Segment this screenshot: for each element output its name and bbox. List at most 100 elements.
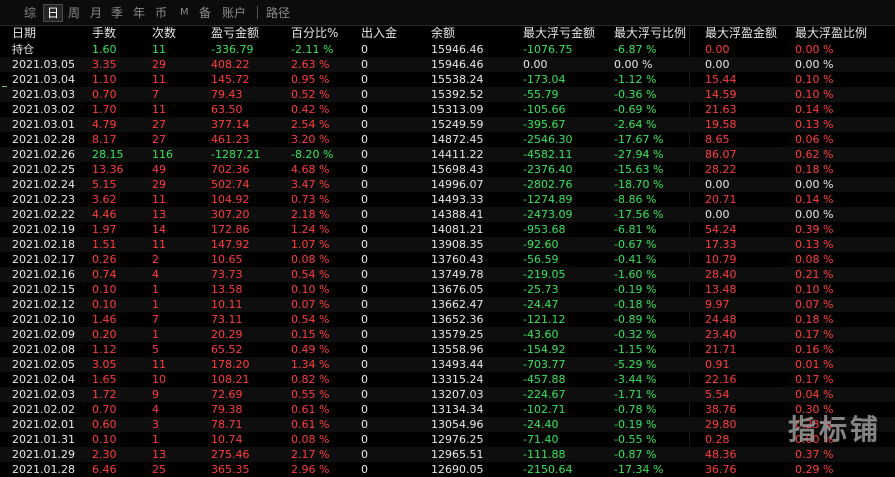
row-count: 29 bbox=[152, 57, 211, 72]
table-row[interactable]: 2021.02.03 1.72 9 72.69 0.55 % 0 13207.03 -224.… bbox=[0, 387, 895, 402]
row-lots: 0.74 bbox=[92, 267, 152, 282]
row-deposit-withdraw: 0 bbox=[361, 133, 368, 146]
tab-note[interactable]: 备 bbox=[199, 5, 211, 21]
table-row[interactable]: 2021.02.01 0.60 3 78.71 0.61 % 0 13054.96 -24.4… bbox=[0, 417, 895, 432]
row-max-float-loss-pct: -0.87 % bbox=[614, 447, 705, 462]
row-balance: 14411.22 bbox=[431, 147, 523, 162]
table-row[interactable]: 2021.03.02 1.70 11 63.50 0.42 % 0 15313.09 -105… bbox=[0, 102, 895, 117]
row-count: 1 bbox=[152, 433, 159, 446]
table-row[interactable]: 2021.01.28 6.46 25 365.35 2.96 % 0 12690.05 -21… bbox=[0, 462, 895, 477]
tab-month[interactable]: 月 bbox=[90, 5, 102, 21]
col-lots[interactable]: 手数 bbox=[92, 25, 152, 42]
col-max-float-loss[interactable]: 最大浮亏金额 bbox=[523, 25, 614, 42]
table-row[interactable]: 2021.02.15 0.10 1 13.58 0.10 % 0 13676.05 -25.7… bbox=[0, 282, 895, 297]
tab-path[interactable]: 路径 bbox=[266, 5, 290, 21]
tab-account[interactable]: 账户 bbox=[222, 5, 246, 21]
table-row[interactable]: 2021.03.05 3.35 29 408.22 2.63 % 0 15946.46 0.0… bbox=[0, 57, 895, 72]
table-row[interactable]: 2021.02.28 8.17 27 461.23 3.20 % 0 14872.45 -25… bbox=[0, 132, 895, 147]
row-date: 2021.01.29 bbox=[0, 447, 92, 462]
row-max-float-profit-pct: 0.18 % bbox=[795, 163, 834, 176]
col-date[interactable]: 日期 bbox=[0, 25, 92, 42]
row-lots: 0.60 bbox=[92, 417, 152, 432]
row-count: 29 bbox=[152, 177, 211, 192]
row-max-float-loss: -2150.64 bbox=[523, 463, 573, 476]
table-row[interactable]: 2021.02.17 0.26 2 10.65 0.08 % 0 13760.43 -56.5… bbox=[0, 252, 895, 267]
table-row[interactable]: 2021.02.24 5.15 29 502.74 3.47 % 0 14996.07 -28… bbox=[0, 177, 895, 192]
tab-summary[interactable]: 综 bbox=[24, 5, 36, 21]
row-pnl: -1287.21 bbox=[211, 147, 291, 162]
row-percent: 0.07 % bbox=[291, 297, 361, 312]
table-row[interactable]: 2021.02.02 0.70 4 79.38 0.61 % 0 13134.34 -102.… bbox=[0, 402, 895, 417]
table-row[interactable]: 2021.02.19 1.97 14 172.86 1.24 % 0 14081.21 -95… bbox=[0, 222, 895, 237]
row-max-float-loss-pct: -17.56 % bbox=[614, 207, 705, 222]
row-max-float-loss-pct: -0.89 % bbox=[614, 313, 657, 326]
row-max-float-profit-pct: 0.21 % bbox=[795, 267, 895, 282]
row-pnl: 104.92 bbox=[211, 193, 250, 206]
table-row[interactable]: 2021.02.23 3.62 11 104.92 0.73 % 0 14493.33 -12… bbox=[0, 192, 895, 207]
row-max-float-loss: -111.88 bbox=[523, 447, 614, 462]
row-max-float-profit-pct: 0.00 % bbox=[795, 43, 834, 56]
row-percent: 1.24 % bbox=[291, 223, 330, 236]
tab-week[interactable]: 周 bbox=[68, 5, 80, 21]
col-max-float-loss-pct[interactable]: 最大浮亏比例 bbox=[614, 25, 705, 42]
table-row[interactable]: 2021.02.04 1.65 10 108.21 0.82 % 0 13315.24 -45… bbox=[0, 372, 895, 387]
row-percent: 0.61 % bbox=[291, 403, 330, 416]
table-body: 持仓 1.60 11 -336.79 -2.11 % 0 15946.46 -1076.75-… bbox=[0, 42, 895, 477]
row-max-float-profit-pct: 0.10 % bbox=[795, 87, 895, 102]
table-row[interactable]: 2021.02.25 13.36 49 702.36 4.68 % 0 15698.43 -2… bbox=[0, 162, 895, 177]
col-count[interactable]: 次数 bbox=[152, 25, 211, 42]
col-max-float-profit[interactable]: 最大浮盈金额 bbox=[705, 25, 795, 42]
row-max-float-profit: 38.76 bbox=[705, 403, 737, 416]
row-percent: 2.63 % bbox=[291, 57, 361, 72]
row-max-float-profit-pct: 0.62 % bbox=[795, 147, 895, 162]
row-balance: 13908.35 bbox=[431, 237, 523, 252]
row-count: 11 bbox=[152, 43, 166, 56]
col-deposit-withdraw[interactable]: 出入金 bbox=[361, 25, 431, 42]
row-lots: 5.15 bbox=[92, 177, 152, 192]
table-row[interactable]: 2021.02.05 3.05 11 178.20 1.34 % 0 13493.44 -70… bbox=[0, 357, 895, 372]
table-row[interactable]: 2021.02.12 0.10 1 10.11 0.07 % 0 13662.47 -24.4… bbox=[0, 297, 895, 312]
row-lots: 1.65 bbox=[92, 373, 117, 386]
row-percent: 1.07 % bbox=[291, 237, 361, 252]
col-percent[interactable]: 百分比% bbox=[291, 25, 361, 42]
row-max-float-profit-pct: 0.37 % bbox=[795, 447, 895, 462]
table-row[interactable]: 2021.02.18 1.51 11 147.92 1.07 % 0 13908.35 -92… bbox=[0, 237, 895, 252]
row-max-float-profit: 13.48 bbox=[705, 283, 737, 296]
row-date: 2021.02.26 bbox=[0, 147, 92, 162]
row-max-float-loss-pct: -0.32 % bbox=[614, 327, 705, 342]
tab-day[interactable]: 日 bbox=[43, 4, 64, 22]
table-row[interactable]: 2021.03.04 1.10 11 145.72 0.95 % 0 15538.24 -17… bbox=[0, 72, 895, 87]
table-row[interactable]: 2021.01.29 2.30 13 275.46 2.17 % 0 12965.51 -11… bbox=[0, 447, 895, 462]
row-deposit-withdraw: 0 bbox=[361, 403, 368, 416]
row-percent: 0.08 % bbox=[291, 253, 330, 266]
table-row[interactable]: 2021.02.16 0.74 4 73.73 0.54 % 0 13749.78 -219.… bbox=[0, 267, 895, 282]
row-balance: 13749.78 bbox=[431, 267, 523, 282]
table-row[interactable]: 2021.01.31 0.10 1 10.74 0.08 % 0 12976.25 -71.4… bbox=[0, 432, 895, 447]
col-balance[interactable]: 余额 bbox=[431, 25, 523, 42]
col-max-float-profit-pct[interactable]: 最大浮盈比例 bbox=[795, 25, 895, 42]
row-max-float-profit-pct: 0.13 % bbox=[795, 117, 895, 132]
table-row[interactable]: 2021.02.10 1.46 7 73.11 0.54 % 0 13652.36 -121.… bbox=[0, 312, 895, 327]
row-max-float-loss-pct: -3.44 % bbox=[614, 373, 657, 386]
row-lots: 13.36 bbox=[92, 163, 124, 176]
table-row[interactable]: 2021.02.26 28.15 116 -1287.21 -8.20 % 0 14411.… bbox=[0, 147, 895, 162]
table-row[interactable]: 2021.03.03 0.70 7 79.43 0.52 % 0 15392.52 -55.7… bbox=[0, 87, 895, 102]
row-max-float-loss-pct: -1.12 % bbox=[614, 73, 657, 86]
row-max-float-loss-pct: -6.81 % bbox=[614, 223, 657, 236]
table-row[interactable]: 持仓 1.60 11 -336.79 -2.11 % 0 15946.46 -1076.75 -… bbox=[0, 42, 895, 57]
row-lots: 0.70 bbox=[92, 87, 152, 102]
col-pnl[interactable]: 盈亏金额 bbox=[211, 25, 291, 42]
tab-quarter[interactable]: 季 bbox=[111, 5, 123, 21]
row-pnl: 178.20 bbox=[211, 357, 291, 372]
row-date: 2021.03.02 bbox=[12, 103, 75, 116]
table-row[interactable]: 2021.03.01 4.79 27 377.14 2.54 % 0 15249.59 -39… bbox=[0, 117, 895, 132]
table-row[interactable]: 2021.02.22 4.46 13 307.20 2.18 % 0 14388.41 -24… bbox=[0, 207, 895, 222]
table-row[interactable]: 2021.02.09 0.20 1 20.29 0.15 % 0 13579.25 -43.6… bbox=[0, 327, 895, 342]
tab-year[interactable]: 年 bbox=[133, 5, 145, 21]
tab-currency[interactable]: 币 bbox=[155, 5, 167, 21]
row-max-float-profit: 0.00 bbox=[705, 177, 795, 192]
row-deposit-withdraw: 0 bbox=[361, 73, 368, 86]
table-row[interactable]: 2021.02.08 1.12 5 65.52 0.49 % 0 13558.96 -154.… bbox=[0, 342, 895, 357]
row-lots: 0.20 bbox=[92, 327, 152, 342]
tab-m[interactable]: M bbox=[180, 5, 189, 21]
